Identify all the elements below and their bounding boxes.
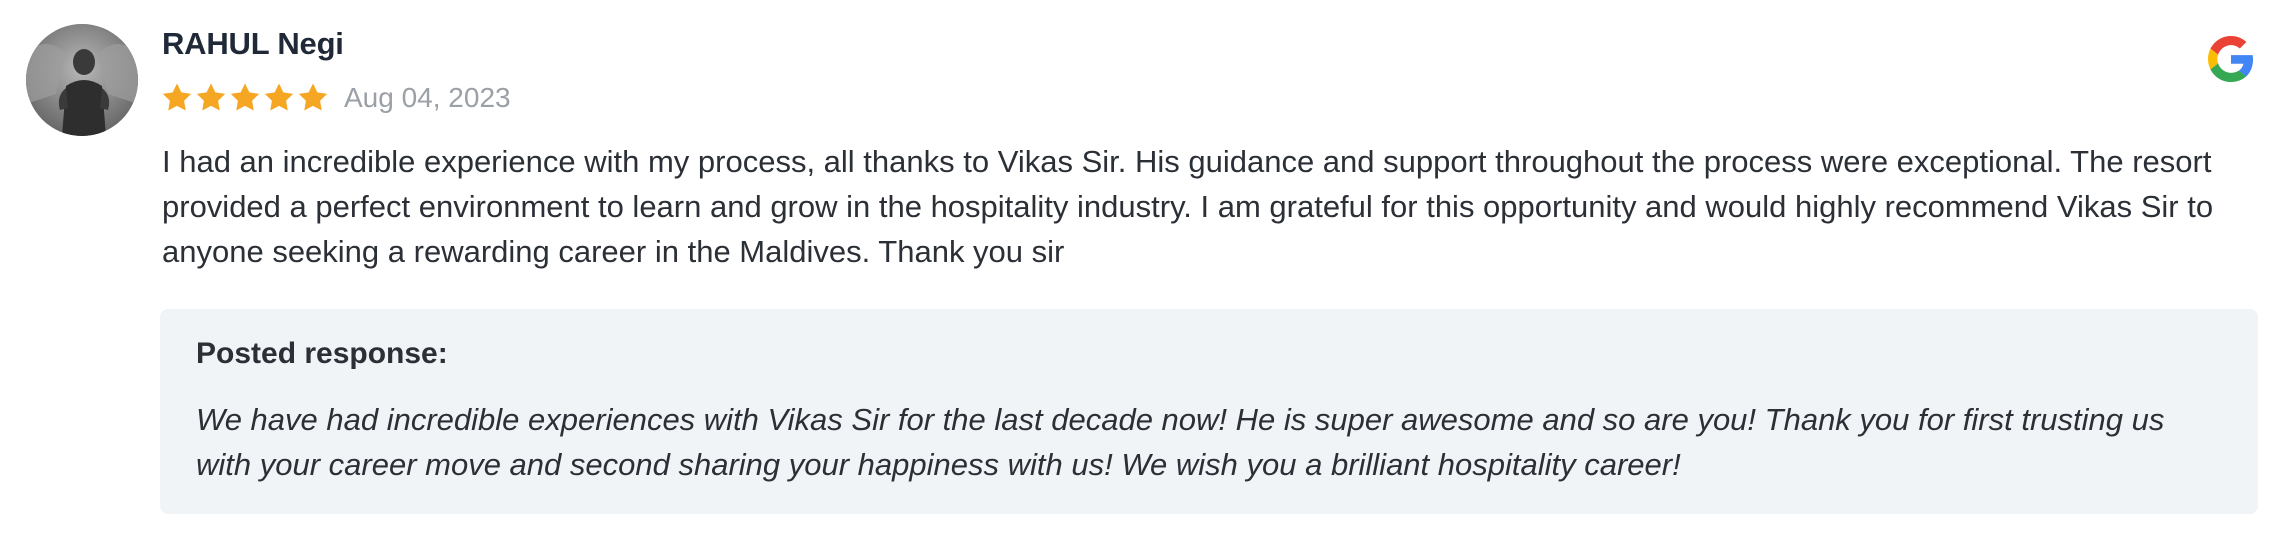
avatar-photo (26, 24, 138, 136)
rating-row: Aug 04, 2023 (160, 78, 511, 118)
posted-response: Posted response: We have had incredible … (160, 309, 2258, 514)
star-rating (160, 81, 330, 115)
star-icon (196, 83, 226, 111)
response-text: We have had incredible experiences with … (196, 402, 2165, 482)
star-icon (264, 83, 294, 111)
star-icon (230, 83, 260, 111)
star-icon (162, 83, 192, 111)
reviewer-name: RAHUL Negi (162, 26, 344, 61)
response-heading: Posted response: (196, 337, 448, 370)
google-icon (2208, 36, 2254, 82)
review-date: Aug 04, 2023 (344, 82, 511, 113)
review-text: I had an incredible experience with my p… (162, 144, 2214, 269)
review-card: RAHUL Negi Aug 04, 2023 I had an incredi… (0, 0, 2282, 536)
reviewer-avatar (26, 24, 138, 136)
star-icon (298, 83, 328, 111)
